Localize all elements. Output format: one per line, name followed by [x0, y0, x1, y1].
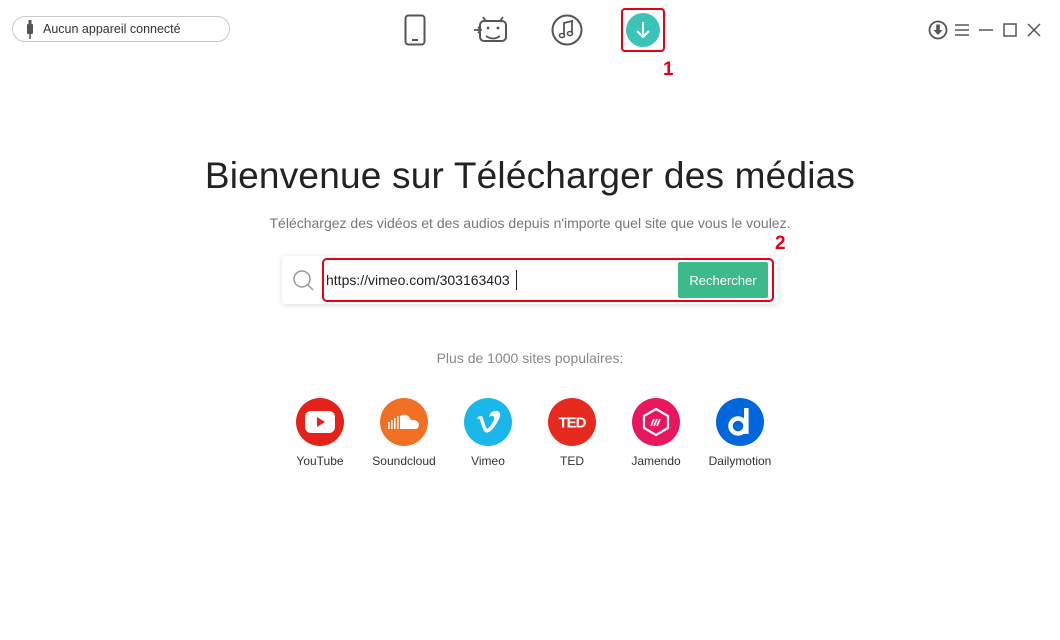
svg-text:TED: TED — [559, 415, 587, 432]
nav-device-manager[interactable] — [397, 12, 433, 48]
text-cursor — [516, 270, 517, 290]
jamendo-icon — [632, 398, 680, 446]
site-label: Dailymotion — [708, 454, 772, 468]
search-icon — [293, 270, 314, 291]
search-bar: Rechercher — [282, 256, 778, 304]
nav-android-transfer[interactable] — [473, 12, 509, 48]
soundcloud-icon — [380, 398, 428, 446]
site-label: YouTube — [296, 454, 344, 468]
vimeo-icon — [464, 398, 512, 446]
annotation-marker-1: 1 — [663, 59, 674, 80]
site-label: Jamendo — [631, 454, 681, 468]
usb-cable-icon — [27, 20, 33, 39]
annotation-marker-2: 2 — [775, 233, 786, 254]
menu-icon — [955, 24, 969, 36]
minimize-icon — [979, 29, 993, 31]
site-vimeo[interactable]: Vimeo — [448, 398, 528, 468]
maximize-button[interactable] — [998, 18, 1022, 42]
url-input[interactable] — [326, 263, 676, 297]
device-status-button[interactable]: Aucun appareil connecté — [12, 16, 230, 42]
window-controls — [926, 18, 1046, 42]
nav-music[interactable] — [549, 12, 585, 48]
site-jamendo[interactable]: Jamendo — [616, 398, 696, 468]
site-youtube[interactable]: YouTube — [280, 398, 360, 468]
menu-button[interactable] — [950, 18, 974, 42]
page-title: Bienvenue sur Télécharger des médias — [204, 155, 856, 196]
android-transfer-icon — [474, 16, 507, 42]
close-button[interactable] — [1022, 18, 1046, 42]
search-button[interactable]: Rechercher — [678, 262, 768, 298]
maximize-icon — [1003, 23, 1017, 37]
ted-icon: TED — [548, 398, 596, 446]
page-subtitle: Téléchargez des vidéos et des audios dep… — [269, 215, 791, 231]
site-soundcloud[interactable]: Soundcloud — [364, 398, 444, 468]
minimize-button[interactable] — [974, 18, 998, 42]
nav-media-downloader[interactable] — [625, 12, 661, 48]
site-label: TED — [560, 454, 584, 468]
download-status-button[interactable] — [926, 18, 950, 42]
download-status-icon — [928, 20, 948, 40]
download-icon — [626, 13, 660, 47]
site-label: Vimeo — [471, 454, 505, 468]
site-ted[interactable]: TED TED — [532, 398, 612, 468]
close-icon — [1027, 23, 1041, 37]
phone-icon — [404, 14, 426, 46]
popular-sites-label: Plus de 1000 sites populaires: — [436, 350, 624, 366]
site-label: Soundcloud — [372, 454, 436, 468]
device-status-label: Aucun appareil connecté — [43, 22, 181, 36]
music-icon — [551, 14, 583, 46]
site-dailymotion[interactable]: Dailymotion — [700, 398, 780, 468]
dailymotion-icon — [716, 398, 764, 446]
youtube-icon — [296, 398, 344, 446]
